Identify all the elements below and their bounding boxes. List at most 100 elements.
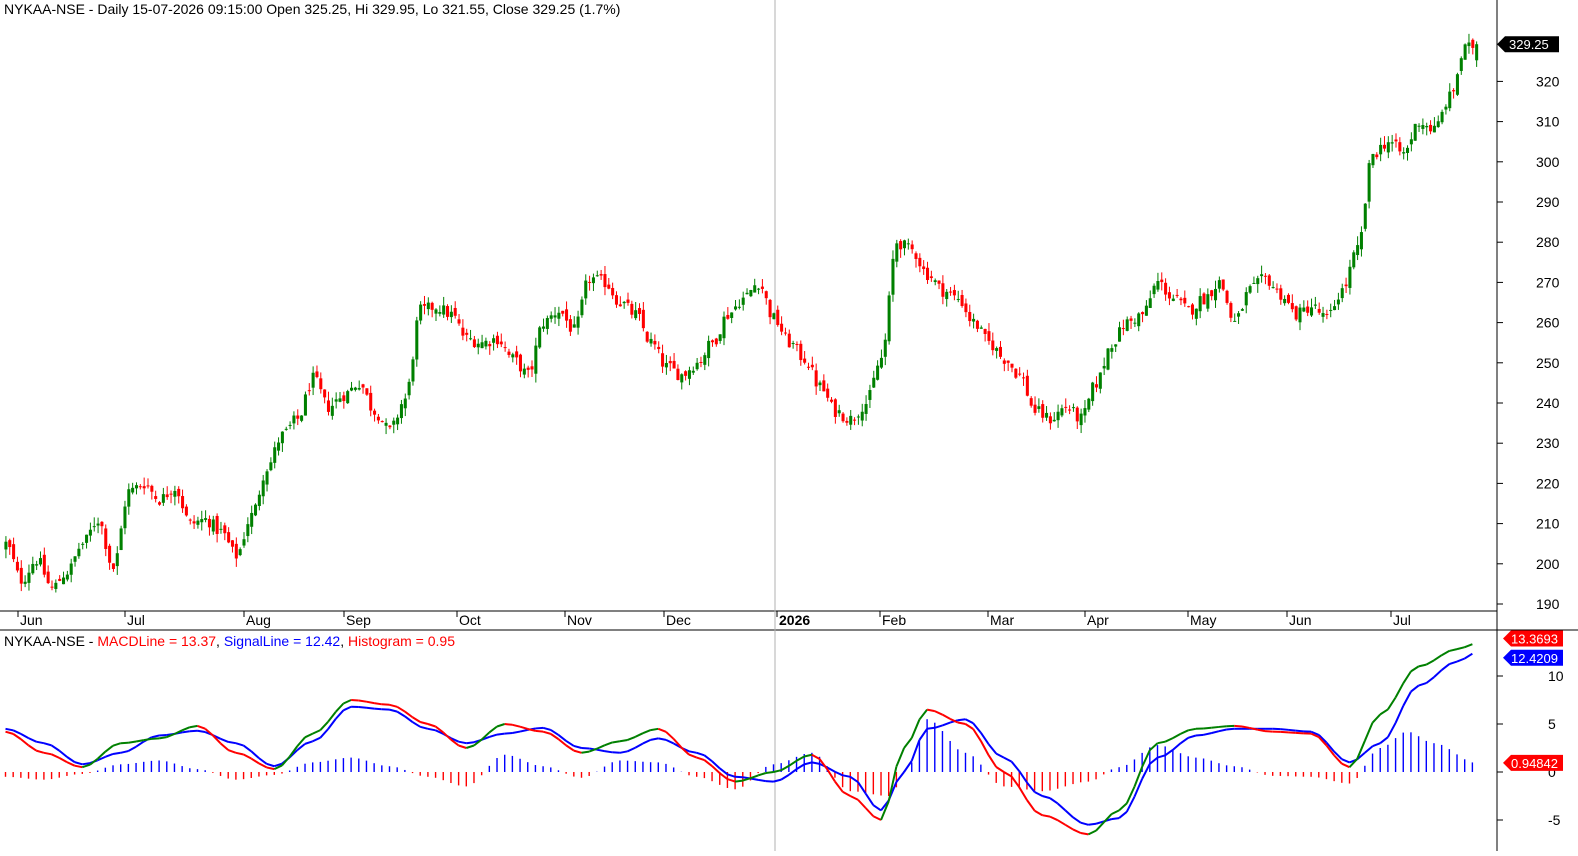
candle-body [66,575,69,580]
candle-body [104,528,107,549]
candle-body [1222,280,1225,290]
candle-body [281,432,284,444]
candle-body [1314,305,1317,306]
candle-body [592,277,595,283]
candle-body [1122,328,1125,329]
candle-body [991,341,994,351]
candle-body [1045,413,1048,418]
candle-body [196,521,199,525]
x-axis-label: Nov [567,612,592,628]
signal-line-segment [1280,729,1288,730]
candle-body [765,291,768,298]
candle-body [976,321,979,329]
candle-body [1199,296,1202,311]
macd-header-hist: Histogram = 0.95 [348,633,455,649]
candle-body [772,313,775,319]
candle-body [780,324,783,332]
candle-body [469,338,472,339]
candle-body [1302,308,1305,312]
candle-body [450,312,453,317]
candle-body [1322,313,1325,317]
candle-body [1394,140,1397,142]
macd-line-segment [612,741,620,742]
candle-body [1149,298,1152,308]
macd-line-segment [1242,727,1250,728]
macd-header-sep: , [340,633,348,649]
candle-body [884,340,887,357]
signal-line-segment [1088,824,1096,825]
candle-body [193,521,196,523]
candle-body [646,332,649,342]
candle-body [108,546,111,563]
candle-body [527,368,530,370]
candle-body [177,489,180,496]
candle-body [815,370,818,386]
candle-body [565,309,568,320]
macd-line-segment [144,739,152,740]
candle-body [968,312,971,321]
candle-body [680,374,683,382]
candle-body [673,361,676,369]
candle-body [684,371,687,376]
candle-body [999,347,1002,357]
signal-line-segment [1227,729,1235,730]
candle-body [888,295,891,341]
candle-body [1202,294,1205,305]
candle-body [1406,148,1409,153]
macd-line-segment [505,724,513,725]
candle-body [818,383,821,386]
candle-body [1145,306,1148,316]
signal-line-segment [1196,735,1204,736]
signal-line-segment [366,708,374,709]
candle-body [35,564,38,565]
candle-body [12,544,15,559]
candle-body [1425,126,1428,127]
candle-body [1176,295,1179,296]
candle-body [1110,348,1113,352]
macd-line-segment [1081,833,1089,834]
candle-body [250,513,253,527]
candle-body [292,416,295,424]
candle-body [143,486,146,488]
candle-body [569,319,572,332]
candle-body [212,519,215,531]
candle-body [415,320,418,359]
candle-body [1460,58,1463,71]
signal-line-segment [512,732,520,733]
candle-body [173,491,176,497]
candle-body [1049,416,1052,423]
candle-body [1437,121,1440,127]
candle-body [369,393,372,411]
candle-body [1264,276,1267,277]
candle-body [242,539,245,545]
candle-body [1471,40,1474,48]
candle-body [1387,142,1390,152]
candle-body [530,366,533,369]
macd-y-tick-label: -5 [1548,812,1561,828]
candle-body [1068,409,1071,410]
candle-body [903,240,906,248]
candle-body [404,399,407,409]
candle-body [845,421,848,423]
candle-body [515,351,518,357]
candle-body [554,315,557,317]
candle-body [1106,348,1109,369]
candle-body [1183,298,1186,304]
chart-canvas[interactable]: 1902002102202302402502602702802903003103… [0,0,1578,851]
candle-body [769,300,772,317]
signal-line-segment [1111,818,1119,819]
candle-body [1375,154,1378,157]
candle-body [1287,295,1290,303]
candle-body [146,485,149,486]
macd-y-tick-label: 5 [1548,716,1556,732]
candle-body [496,336,499,344]
candle-body [784,333,787,334]
candle-body [127,489,130,506]
candle-body [638,308,641,314]
macd-line-segment [1257,730,1265,731]
candle-body [1245,292,1248,305]
macd-header-sep: , [216,633,224,649]
candle-body [607,285,610,289]
candle-body [139,486,142,487]
candle-body [1099,372,1102,388]
